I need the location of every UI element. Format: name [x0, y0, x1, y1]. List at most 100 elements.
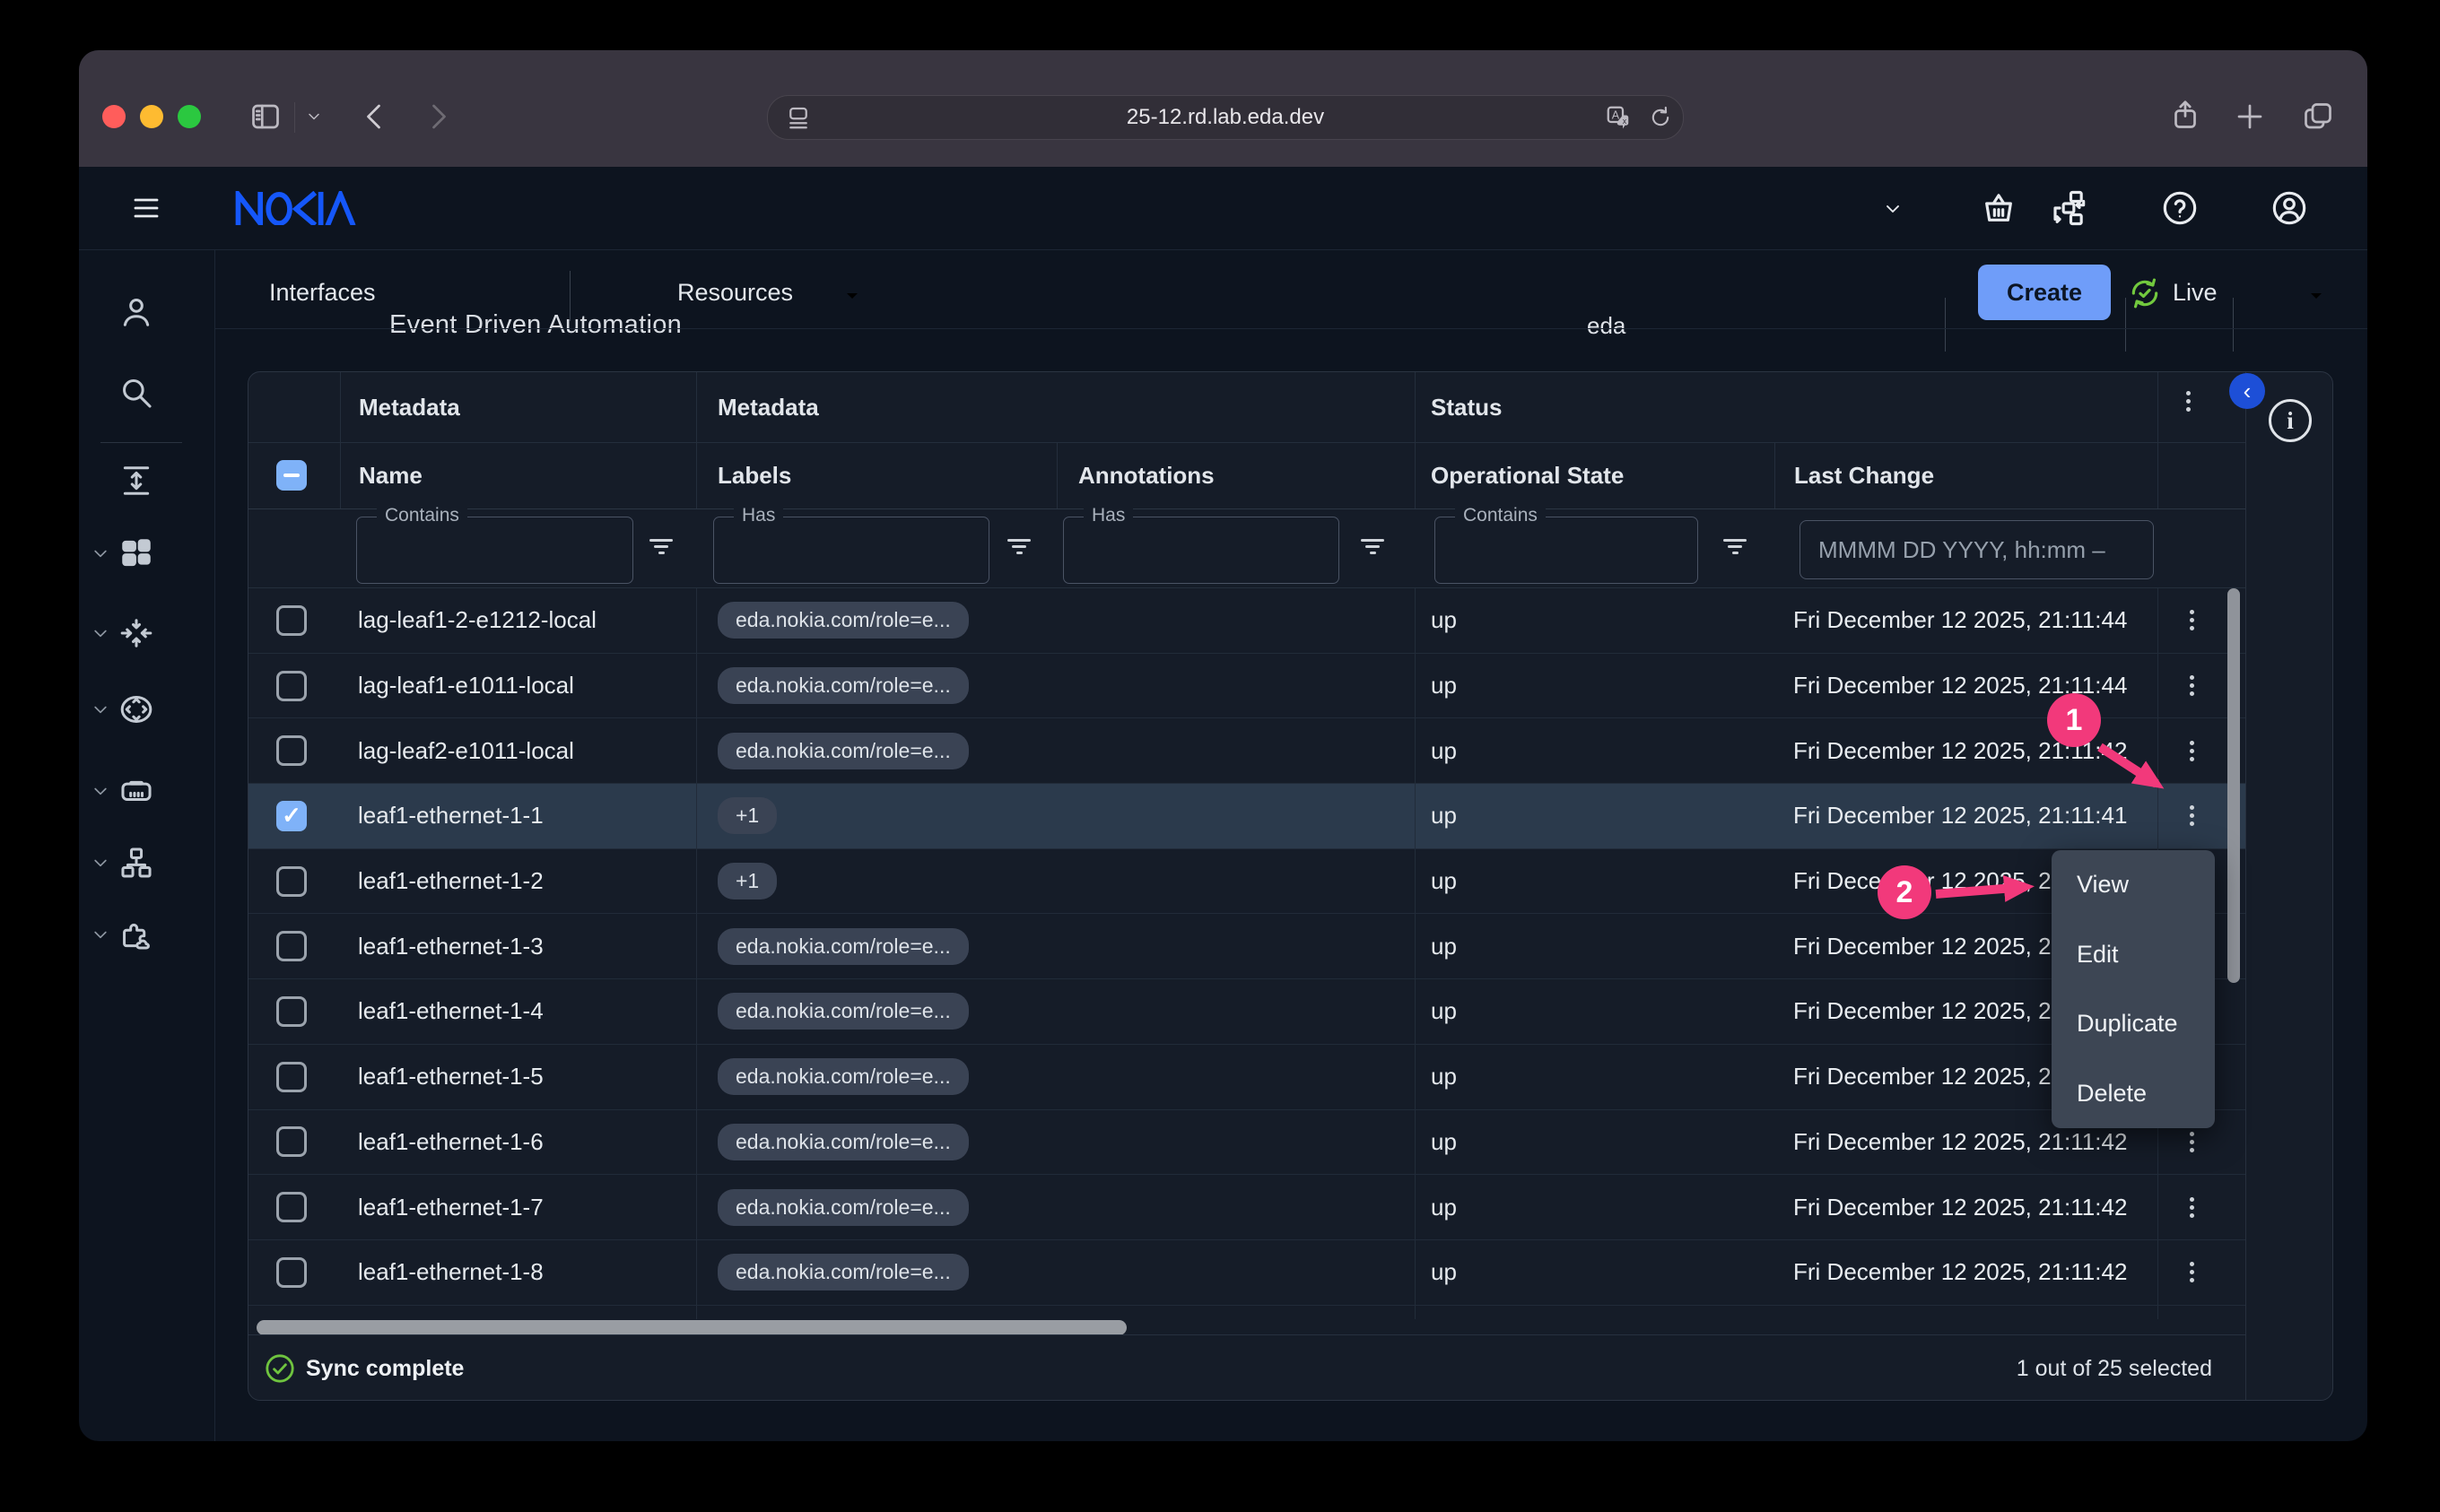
- select-all-checkbox[interactable]: [248, 442, 340, 508]
- unchecked-checkbox-icon[interactable]: [276, 671, 307, 701]
- filter-icon[interactable]: [1006, 539, 1032, 560]
- collapse-panel-button[interactable]: ‹: [2229, 373, 2265, 409]
- unchecked-checkbox-icon[interactable]: [276, 735, 307, 766]
- filter-icon[interactable]: [649, 539, 674, 560]
- zoom-window-button[interactable]: [178, 105, 201, 128]
- column-header-name[interactable]: Name: [340, 442, 696, 508]
- table-row[interactable]: ✓leaf1-ethernet-1-1+1upFri December 12 2…: [248, 784, 2245, 849]
- opstate-filter-input[interactable]: Contains: [1434, 517, 1698, 584]
- share-icon[interactable]: [2169, 99, 2201, 131]
- row-actions-kebab-icon[interactable]: [2157, 654, 2226, 718]
- chevron-down-icon[interactable]: [92, 854, 109, 872]
- labels-filter-input[interactable]: Has: [713, 517, 989, 584]
- chevron-down-icon[interactable]: [92, 544, 109, 562]
- label-chip[interactable]: eda.nokia.com/role=e...: [718, 667, 969, 704]
- row-checkbox[interactable]: [248, 849, 340, 914]
- table-row[interactable]: lag-leaf1-e1011-localeda.nokia.com/role=…: [248, 654, 2245, 719]
- row-checkbox[interactable]: [248, 1306, 340, 1319]
- table-row[interactable]: leaf1-ethernet-1-7eda.nokia.com/role=e..…: [248, 1175, 2245, 1240]
- vertical-scrollbar[interactable]: [2227, 588, 2240, 983]
- unchecked-checkbox-icon[interactable]: [276, 866, 307, 897]
- chevron-down-icon[interactable]: [92, 782, 109, 800]
- label-chip[interactable]: eda.nokia.com/role=e...: [718, 1124, 969, 1160]
- unchecked-checkbox-icon[interactable]: [276, 996, 307, 1027]
- chevron-down-icon[interactable]: [305, 108, 323, 126]
- filter-icon[interactable]: [1722, 539, 1747, 560]
- table-row[interactable]: leaf1-ethernet-1-2+1upFri December 12 20…: [248, 849, 2245, 915]
- dial-icon[interactable]: [119, 692, 153, 726]
- table-row[interactable]: upFri December 12 2025, 21:11:44: [248, 1306, 2245, 1319]
- row-actions-kebab-icon[interactable]: [2157, 718, 2226, 783]
- chevron-down-icon[interactable]: [841, 285, 863, 307]
- unchecked-checkbox-icon[interactable]: [276, 605, 307, 636]
- row-checkbox[interactable]: [248, 654, 340, 718]
- label-chip[interactable]: eda.nokia.com/role=e...: [718, 1058, 969, 1095]
- workflow-icon[interactable]: [2051, 190, 2087, 226]
- close-window-button[interactable]: [102, 105, 126, 128]
- label-chip[interactable]: eda.nokia.com/role=e...: [718, 1189, 969, 1226]
- label-chip[interactable]: eda.nokia.com/role=e...: [718, 602, 969, 639]
- chevron-down-icon[interactable]: [92, 700, 109, 718]
- column-header-opstate[interactable]: Operational State: [1415, 442, 1774, 508]
- lastchange-date-filter-input[interactable]: MMMM DD YYYY, hh:mm –: [1800, 520, 2154, 579]
- account-icon[interactable]: [2271, 190, 2307, 226]
- info-icon[interactable]: i: [2269, 399, 2312, 442]
- table-row[interactable]: leaf1-ethernet-1-5eda.nokia.com/role=e..…: [248, 1045, 2245, 1110]
- row-actions-kebab-icon[interactable]: [2157, 1306, 2226, 1319]
- url-text[interactable]: 25-12.rd.lab.eda.dev: [768, 96, 1683, 139]
- label-chip[interactable]: eda.nokia.com/role=e...: [718, 733, 969, 769]
- menu-item-delete[interactable]: Delete: [2052, 1059, 2215, 1129]
- row-checkbox[interactable]: [248, 1045, 340, 1109]
- table-settings-kebab-icon[interactable]: [2186, 387, 2191, 415]
- row-checkbox[interactable]: [248, 1110, 340, 1175]
- unchecked-checkbox-icon[interactable]: [276, 931, 307, 961]
- annotations-filter-input[interactable]: Has: [1063, 517, 1339, 584]
- address-bar[interactable]: 25-12.rd.lab.eda.dev A x: [767, 95, 1684, 140]
- row-actions-kebab-icon[interactable]: [2157, 588, 2226, 653]
- unchecked-checkbox-icon[interactable]: [276, 1062, 307, 1092]
- chevron-down-icon[interactable]: [2305, 285, 2327, 307]
- row-actions-kebab-icon[interactable]: [2157, 1240, 2226, 1305]
- table-row[interactable]: lag-leaf2-e1011-localeda.nokia.com/role=…: [248, 718, 2245, 784]
- row-checkbox[interactable]: [248, 1175, 340, 1239]
- checked-checkbox-icon[interactable]: ✓: [276, 801, 307, 831]
- row-checkbox[interactable]: [248, 979, 340, 1044]
- row-checkbox[interactable]: [248, 914, 340, 978]
- column-header-labels[interactable]: Labels: [696, 442, 1057, 508]
- new-tab-icon[interactable]: [2234, 100, 2266, 133]
- integrations-puzzle-icon[interactable]: [119, 917, 153, 952]
- menu-item-duplicate[interactable]: Duplicate: [2052, 989, 2215, 1059]
- row-checkbox[interactable]: ✓: [248, 784, 340, 848]
- horizontal-scrollbar[interactable]: [257, 1320, 1127, 1335]
- chevron-down-icon[interactable]: [92, 925, 109, 943]
- chevron-down-icon[interactable]: [1882, 198, 1904, 220]
- converge-arrows-icon[interactable]: [119, 616, 153, 650]
- translate-icon[interactable]: A x: [1605, 104, 1632, 131]
- menu-item-edit[interactable]: Edit: [2052, 920, 2215, 990]
- tab-overview-icon[interactable]: [2302, 100, 2334, 133]
- row-checkbox[interactable]: [248, 588, 340, 653]
- column-header-lastchange[interactable]: Last Change: [1774, 442, 2157, 508]
- unchecked-checkbox-icon[interactable]: [276, 1257, 307, 1288]
- nav-tab-interfaces[interactable]: Interfaces: [269, 279, 376, 307]
- indeterminate-checkbox-icon[interactable]: [276, 460, 307, 491]
- table-row[interactable]: leaf1-ethernet-1-4eda.nokia.com/role=e..…: [248, 979, 2245, 1045]
- table-row[interactable]: leaf1-ethernet-1-8eda.nokia.com/role=e..…: [248, 1240, 2245, 1306]
- topology-icon[interactable]: [119, 846, 153, 880]
- minimize-window-button[interactable]: [140, 105, 163, 128]
- table-row[interactable]: leaf1-ethernet-1-3eda.nokia.com/role=e..…: [248, 914, 2245, 979]
- namespace-selector[interactable]: eda: [1587, 312, 1625, 340]
- help-icon[interactable]: [2162, 190, 2198, 226]
- dashboard-grid-icon[interactable]: [119, 536, 153, 570]
- name-filter-input[interactable]: Contains: [356, 517, 633, 584]
- unchecked-checkbox-icon[interactable]: [276, 1126, 307, 1157]
- search-icon[interactable]: [119, 376, 153, 410]
- label-chip[interactable]: eda.nokia.com/role=e...: [718, 928, 969, 965]
- label-chip[interactable]: +1: [718, 863, 777, 899]
- table-row[interactable]: lag-leaf1-2-e1212-localeda.nokia.com/rol…: [248, 588, 2245, 654]
- sidebar-toggle-icon[interactable]: [249, 100, 282, 133]
- filter-icon[interactable]: [1360, 539, 1385, 560]
- label-chip[interactable]: eda.nokia.com/role=e...: [718, 993, 969, 1030]
- collapse-vertical-icon[interactable]: [119, 464, 153, 498]
- row-checkbox[interactable]: [248, 718, 340, 783]
